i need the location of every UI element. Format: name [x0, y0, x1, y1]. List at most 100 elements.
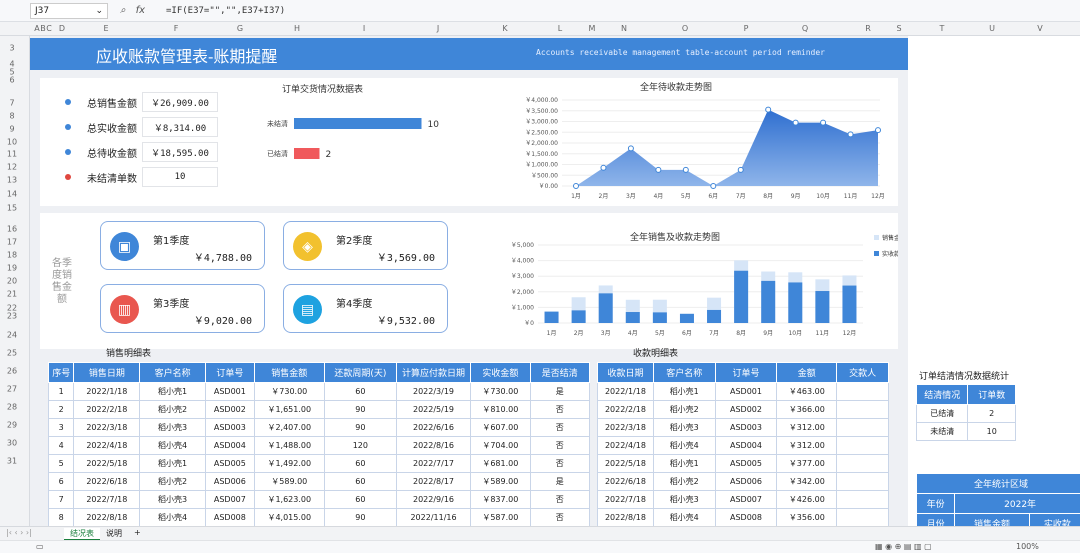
table-cell[interactable]: 2022/3/19	[395, 382, 472, 401]
table-cell[interactable]: 2022/1/18	[597, 382, 654, 401]
formula-input[interactable]: =IF(E37="","",E37+I37)	[166, 6, 285, 16]
name-box[interactable]: J37 ⌄	[30, 2, 108, 19]
column-header[interactable]: D	[59, 24, 65, 33]
column-header-cell[interactable]: 序号	[47, 362, 75, 383]
table-row[interactable]: 2022/2/18 稻小壳2 ASD002 ￥366.00	[597, 400, 889, 419]
table-row[interactable]: 已结清 2	[915, 404, 1016, 423]
column-header[interactable]: S	[896, 24, 901, 33]
column-header-cell[interactable]: 客户名称	[652, 362, 716, 383]
table-cell[interactable]	[836, 472, 889, 491]
table-cell[interactable]: 2022/7/18	[597, 490, 654, 509]
tab-instructions[interactable]: 说明	[106, 528, 122, 539]
column-header-cell[interactable]: 收款日期	[597, 362, 654, 383]
column-header-cell[interactable]: 订单号	[714, 362, 778, 383]
table-cell[interactable]: 2022/5/18	[73, 454, 141, 473]
table-cell[interactable]: ASD006	[714, 472, 778, 491]
table-cell[interactable]: 是	[529, 472, 591, 491]
table-row[interactable]: 2022/3/18 稻小壳3 ASD003 ￥312.00	[597, 418, 889, 437]
table-cell[interactable]: ASD002	[714, 400, 778, 419]
row-header[interactable]: 28	[0, 403, 24, 412]
table-cell[interactable]: 60	[323, 382, 397, 401]
column-header-cell[interactable]: 实收金额	[470, 362, 531, 383]
table-cell[interactable]: 2022/4/18	[597, 436, 654, 455]
table-cell[interactable]: ￥837.00	[470, 490, 531, 509]
table-cell[interactable]: 稻小壳2	[139, 400, 206, 419]
column-header[interactable]: O	[682, 24, 688, 33]
table-cell[interactable]	[836, 382, 889, 401]
table-cell[interactable]	[836, 454, 889, 473]
table-cell[interactable]: 2022/2/18	[597, 400, 654, 419]
table-cell[interactable]	[836, 436, 889, 455]
table-row[interactable]: 6 2022/6/18 稻小壳2 ASD006 ￥589.00 60 2022/8/17 ￥5…	[47, 472, 591, 491]
table-cell[interactable]: 7	[47, 490, 75, 509]
row-header[interactable]: 30	[0, 439, 24, 448]
table-cell[interactable]: 2022/2/18	[73, 400, 141, 419]
table-cell[interactable]: 2	[47, 400, 75, 419]
table-cell[interactable]: 2022/7/17	[395, 454, 472, 473]
table-cell[interactable]: 稻小壳2	[139, 472, 206, 491]
table-cell[interactable]: 2022/8/18	[73, 508, 141, 526]
table-cell[interactable]: 90	[323, 400, 397, 419]
row-header[interactable]: 3	[0, 44, 24, 53]
table-row[interactable]: 8 2022/8/18 稻小壳4 ASD008 ￥4,015.00 90 2022/11/1…	[47, 508, 591, 526]
table-cell[interactable]: ASD001	[204, 382, 255, 401]
table-cell[interactable]: ASD007	[714, 490, 778, 509]
row-header[interactable]: 17	[0, 238, 24, 247]
table-cell[interactable]: ￥312.00	[776, 436, 838, 455]
row-header[interactable]: 26	[0, 367, 24, 376]
zoom-search-icon[interactable]: ⌕	[120, 5, 126, 16]
table-row[interactable]: 5 2022/5/18 稻小壳1 ASD005 ￥1,492.00 60 2022/7/17…	[47, 454, 591, 473]
table-cell[interactable]: 否	[529, 454, 591, 473]
table-cell[interactable]: ASD005	[714, 454, 778, 473]
column-header[interactable]: R	[865, 24, 871, 33]
table-cell[interactable]: 2022/6/18	[597, 472, 654, 491]
table-cell[interactable]: 3	[47, 418, 75, 437]
table-cell[interactable]: ￥607.00	[470, 418, 531, 437]
row-header[interactable]: 8	[0, 112, 24, 121]
table-cell[interactable]: 2022/5/19	[395, 400, 472, 419]
column-header[interactable]: E	[103, 24, 108, 33]
row-header[interactable]: 13	[0, 176, 24, 185]
column-header[interactable]: A	[34, 24, 39, 33]
table-row[interactable]: 2022/8/18 稻小壳4 ASD008 ￥356.00	[597, 508, 889, 526]
table-cell[interactable]: 2022/5/18	[597, 454, 654, 473]
table-cell[interactable]: ASD003	[714, 418, 778, 437]
column-header-cell[interactable]: 结清情况	[915, 384, 969, 405]
table-cell[interactable]: ASD008	[714, 508, 778, 526]
table-cell[interactable]: 2022/8/16	[395, 436, 472, 455]
table-row[interactable]: 2022/7/18 稻小壳3 ASD007 ￥426.00	[597, 490, 889, 509]
table-row[interactable]: 3 2022/3/18 稻小壳3 ASD003 ￥2,407.00 90 2022/6/16…	[47, 418, 591, 437]
table-row[interactable]: 4 2022/4/18 稻小壳4 ASD004 ￥1,488.00 120 2022/8/1…	[47, 436, 591, 455]
column-header[interactable]: V	[1037, 24, 1042, 33]
table-cell[interactable]: 已结清	[915, 404, 969, 423]
table-cell[interactable]: ASD001	[714, 382, 778, 401]
table-cell[interactable]	[836, 400, 889, 419]
status-macro-icon[interactable]: ▭	[36, 542, 44, 551]
row-header[interactable]: 27	[0, 385, 24, 394]
column-header[interactable]: K	[502, 24, 507, 33]
column-header[interactable]: F	[174, 24, 179, 33]
table-cell[interactable]: 稻小壳1	[139, 454, 206, 473]
column-header[interactable]: J	[437, 24, 439, 33]
row-header[interactable]: 21	[0, 290, 24, 299]
table-cell[interactable]	[836, 508, 889, 526]
row-header[interactable]: 12	[0, 163, 24, 172]
table-cell[interactable]: 稻小壳3	[652, 490, 716, 509]
table-cell[interactable]: 稻小壳4	[652, 436, 716, 455]
table-cell[interactable]: 2022/6/18	[73, 472, 141, 491]
column-header[interactable]: L	[558, 24, 562, 33]
column-header-cell[interactable]: 订单数	[967, 384, 1016, 405]
row-header[interactable]: 23	[0, 312, 24, 321]
table-cell[interactable]: ￥1,488.00	[253, 436, 325, 455]
view-icons[interactable]: ▦ ◉ ⊕ ▤ ▥ ▢	[875, 542, 932, 551]
table-cell[interactable]: 稻小壳3	[139, 490, 206, 509]
function-icon[interactable]: fx	[136, 5, 145, 16]
column-header-cell[interactable]: 销售日期	[73, 362, 141, 383]
table-cell[interactable]: 2022/1/18	[73, 382, 141, 401]
row-header[interactable]: 10	[0, 138, 24, 147]
table-cell[interactable]: 2022/7/18	[73, 490, 141, 509]
table-cell[interactable]: 120	[323, 436, 397, 455]
table-cell[interactable]: 否	[529, 490, 591, 509]
row-header[interactable]: 7	[0, 99, 24, 108]
row-header[interactable]: 20	[0, 277, 24, 286]
